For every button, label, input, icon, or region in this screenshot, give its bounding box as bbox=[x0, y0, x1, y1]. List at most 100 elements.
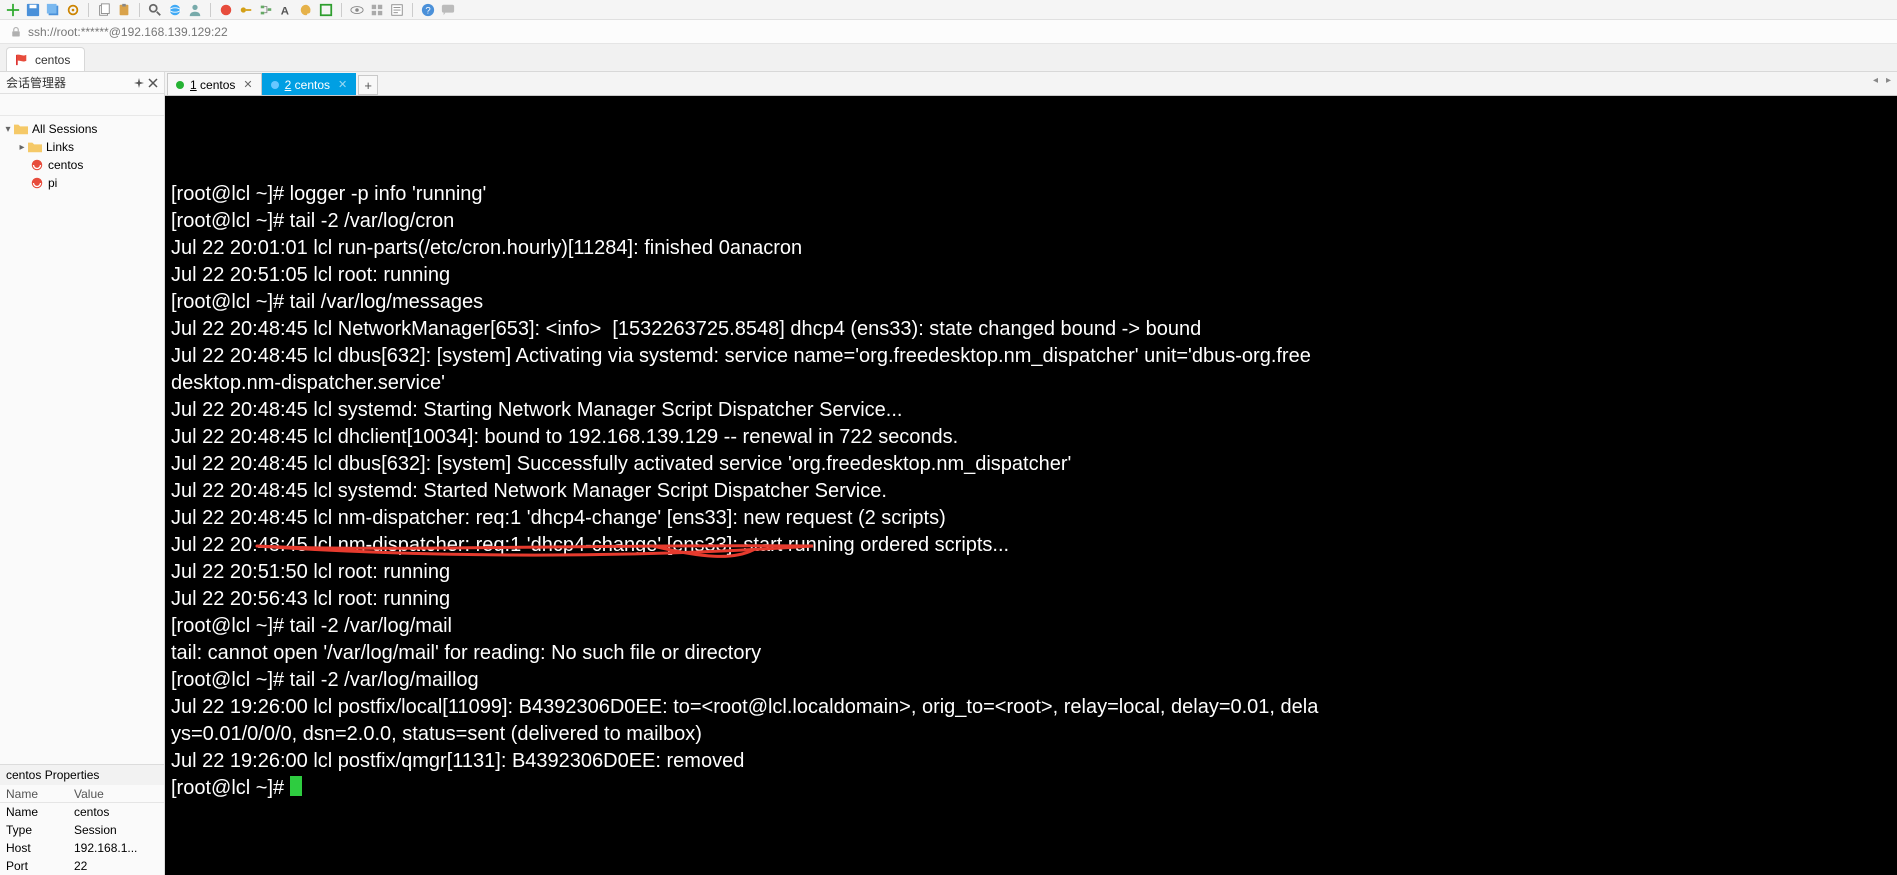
settings-icon[interactable] bbox=[66, 3, 80, 17]
property-row: Host192.168.1... bbox=[0, 839, 164, 857]
properties-col-name: Name bbox=[0, 787, 70, 801]
session-icon bbox=[30, 176, 44, 190]
terminal-line: Jul 22 20:51:05 lcl root: running bbox=[171, 262, 1891, 289]
terminal-line: [root@lcl ~]# logger -p info 'running' bbox=[171, 181, 1891, 208]
prop-value: centos bbox=[70, 805, 164, 819]
tree-icon[interactable] bbox=[259, 3, 273, 17]
session-filter-row bbox=[0, 94, 164, 116]
maximize-icon[interactable] bbox=[319, 3, 333, 17]
grid-icon[interactable] bbox=[370, 3, 384, 17]
chat-icon[interactable] bbox=[441, 3, 455, 17]
tab-label: centos bbox=[200, 78, 235, 92]
properties-col-value: Value bbox=[70, 787, 164, 801]
svg-text:?: ? bbox=[425, 5, 430, 16]
separator bbox=[341, 3, 342, 17]
properties-title: centos Properties bbox=[0, 765, 164, 785]
terminal-line: Jul 22 20:48:45 lcl NetworkManager[653]:… bbox=[171, 316, 1891, 343]
tree-root[interactable]: ▾ All Sessions bbox=[2, 120, 162, 138]
session-tab-bar: centos bbox=[0, 44, 1897, 72]
tab-prev-icon[interactable]: ◂ bbox=[1871, 75, 1880, 86]
tab-close-icon[interactable]: ✕ bbox=[338, 78, 347, 91]
prop-name: Port bbox=[0, 859, 70, 873]
terminal-line: [root@lcl ~]# tail /var/log/messages bbox=[171, 289, 1891, 316]
terminal[interactable]: [root@lcl ~]# logger -p info 'running'[r… bbox=[165, 96, 1897, 875]
folder-icon bbox=[14, 123, 28, 135]
palette-icon[interactable] bbox=[299, 3, 313, 17]
main-toolbar: A ? bbox=[0, 0, 1897, 20]
tab-next-icon[interactable]: ▸ bbox=[1884, 75, 1893, 86]
flag-icon bbox=[15, 54, 29, 66]
status-dot-icon bbox=[176, 81, 184, 89]
separator bbox=[88, 3, 89, 17]
prop-name: Host bbox=[0, 841, 70, 855]
session-tab-centos[interactable]: centos bbox=[6, 47, 85, 71]
property-row: Namecentos bbox=[0, 803, 164, 821]
paste-icon[interactable] bbox=[117, 3, 131, 17]
eye-icon[interactable] bbox=[350, 3, 364, 17]
separator bbox=[412, 3, 413, 17]
property-row: Port22 bbox=[0, 857, 164, 875]
tree-root-label: All Sessions bbox=[32, 122, 97, 136]
cursor bbox=[290, 776, 302, 796]
prop-value: 192.168.1... bbox=[70, 841, 164, 855]
globe-icon[interactable] bbox=[168, 3, 182, 17]
svg-text:A: A bbox=[281, 5, 289, 17]
tree-item-pi[interactable]: pi bbox=[2, 174, 162, 192]
floppy-multi-icon[interactable] bbox=[46, 3, 60, 17]
content-area: 1 centos ✕ 2 centos ✕ + ◂ ▸ [root@lcl ~]… bbox=[165, 72, 1897, 875]
plus-icon[interactable] bbox=[6, 3, 20, 17]
tree-links-label: Links bbox=[46, 140, 74, 154]
lock-icon bbox=[10, 26, 22, 38]
address-bar[interactable]: ssh://root:******@192.168.139.129:22 bbox=[0, 20, 1897, 44]
terminal-line: Jul 22 20:56:43 lcl root: running bbox=[171, 586, 1891, 613]
properties-panel: centos Properties Name Value Namecentos … bbox=[0, 764, 164, 875]
terminal-line: Jul 22 20:48:45 lcl dhclient[10034]: bou… bbox=[171, 424, 1891, 451]
pin-icon[interactable] bbox=[134, 78, 144, 88]
twisty-icon[interactable]: ▸ bbox=[16, 142, 28, 153]
find-icon[interactable] bbox=[148, 3, 162, 17]
twisty-icon[interactable]: ▾ bbox=[2, 124, 14, 135]
script-icon[interactable] bbox=[390, 3, 404, 17]
users-icon[interactable] bbox=[188, 3, 202, 17]
font-icon[interactable]: A bbox=[279, 3, 293, 17]
prop-name: Type bbox=[0, 823, 70, 837]
copy-icon[interactable] bbox=[97, 3, 111, 17]
terminal-line: desktop.nm-dispatcher.service' bbox=[171, 370, 1891, 397]
sidebar: 会话管理器 ▾ All Sessions ▸ Links ce bbox=[0, 72, 165, 875]
session-filter-input[interactable] bbox=[0, 94, 167, 115]
tab-nav: ◂ ▸ bbox=[1871, 75, 1893, 86]
terminal-line: [root@lcl ~]# bbox=[171, 775, 1891, 802]
terminal-line: [root@lcl ~]# tail -2 /var/log/cron bbox=[171, 208, 1891, 235]
tab-hotkey: 2 bbox=[285, 78, 292, 92]
property-row: TypeSession bbox=[0, 821, 164, 839]
tab-close-icon[interactable]: ✕ bbox=[243, 78, 252, 91]
terminal-line: Jul 22 19:26:00 lcl postfix/local[11099]… bbox=[171, 694, 1891, 721]
address-text: ssh://root:******@192.168.139.129:22 bbox=[28, 25, 228, 39]
terminal-line: Jul 22 20:01:01 lcl run-parts(/etc/cron.… bbox=[171, 235, 1891, 262]
prop-name: Name bbox=[0, 805, 70, 819]
terminal-tab-2[interactable]: 2 centos ✕ bbox=[262, 73, 357, 95]
session-icon bbox=[30, 158, 44, 172]
separator bbox=[210, 3, 211, 17]
close-icon[interactable] bbox=[148, 78, 158, 88]
tree-links[interactable]: ▸ Links bbox=[2, 138, 162, 156]
new-tab-button[interactable]: + bbox=[358, 75, 378, 95]
terminal-line: [root@lcl ~]# tail -2 /var/log/mail bbox=[171, 613, 1891, 640]
floppy-icon[interactable] bbox=[26, 3, 40, 17]
power-red-icon[interactable] bbox=[219, 3, 233, 17]
prop-value: 22 bbox=[70, 859, 164, 873]
terminal-line: Jul 22 20:48:45 lcl systemd: Starting Ne… bbox=[171, 397, 1891, 424]
tree-item-centos[interactable]: centos bbox=[2, 156, 162, 174]
status-dot-icon bbox=[271, 81, 279, 89]
terminal-tab-1[interactable]: 1 centos ✕ bbox=[167, 73, 262, 95]
key-icon[interactable] bbox=[239, 3, 253, 17]
terminal-line: Jul 22 20:51:50 lcl root: running bbox=[171, 559, 1891, 586]
terminal-line: [root@lcl ~]# tail -2 /var/log/maillog bbox=[171, 667, 1891, 694]
tree-item-label: pi bbox=[48, 176, 57, 190]
terminal-line: Jul 22 20:48:45 lcl dbus[632]: [system] … bbox=[171, 451, 1891, 478]
help-icon[interactable]: ? bbox=[421, 3, 435, 17]
terminal-line: Jul 22 20:48:45 lcl dbus[632]: [system] … bbox=[171, 343, 1891, 370]
session-tree: ▾ All Sessions ▸ Links centos pi bbox=[0, 116, 164, 764]
terminal-line: ys=0.01/0/0/0, dsn=2.0.0, status=sent (d… bbox=[171, 721, 1891, 748]
folder-icon bbox=[28, 141, 42, 153]
